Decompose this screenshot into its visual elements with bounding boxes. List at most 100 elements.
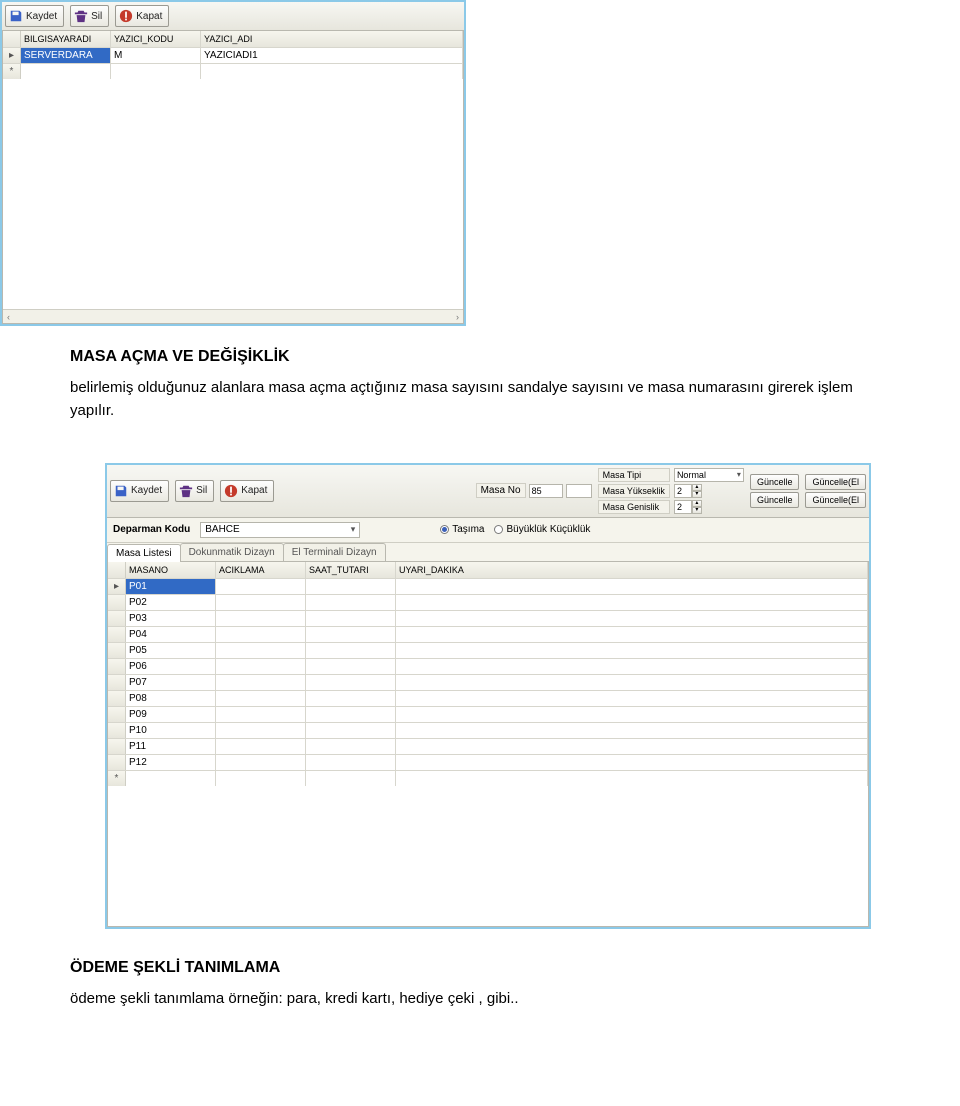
masa-no-input[interactable]: 85 [529,484,563,498]
grid-cell[interactable] [216,723,306,738]
masa-no-input-2[interactable] [566,484,592,498]
grid-row[interactable]: ▸P01 [108,578,868,594]
grid-cell[interactable] [216,707,306,722]
grid-cell[interactable] [396,707,868,722]
printer-grid[interactable]: BILGISAYARADI YAZICI_KODU YAZICI_ADI ▸ S… [2,31,464,324]
grid-cell[interactable] [216,611,306,626]
tab-el-terminali[interactable]: El Terminali Dizayn [283,543,386,561]
grid-cell[interactable] [306,723,396,738]
horizontal-scrollbar[interactable]: ‹› [3,309,463,323]
grid-cell[interactable] [216,579,306,594]
grid-cell[interactable] [111,64,201,79]
grid-cell[interactable] [396,675,868,690]
grid-cell[interactable] [216,691,306,706]
delete-button[interactable]: Sil [175,480,214,502]
grid-cell[interactable] [396,771,868,786]
guncelle-button-2[interactable]: Güncelle [750,492,800,508]
col-header[interactable]: BILGISAYARADI [21,31,111,47]
save-button[interactable]: Kaydet [5,5,64,27]
grid-cell[interactable] [216,595,306,610]
grid-cell[interactable] [306,611,396,626]
grid-cell[interactable] [306,595,396,610]
grid-cell[interactable] [126,771,216,786]
grid-row[interactable]: * [3,63,463,79]
grid-cell[interactable] [216,659,306,674]
grid-cell[interactable] [306,707,396,722]
grid-cell[interactable] [216,675,306,690]
grid-cell[interactable]: P12 [126,755,216,770]
radio-buyukluk[interactable]: Büyüklük Küçüklük [494,524,590,535]
grid-cell[interactable] [306,739,396,754]
grid-row[interactable]: P05 [108,642,868,658]
grid-cell[interactable] [306,755,396,770]
col-header[interactable]: YAZICI_ADI [201,31,463,47]
col-header[interactable]: YAZICI_KODU [111,31,201,47]
grid-cell[interactable]: SERVERDARA [21,48,111,63]
grid-row[interactable]: P06 [108,658,868,674]
guncelle-button[interactable]: Güncelle [750,474,800,490]
grid-cell[interactable] [396,627,868,642]
grid-row[interactable]: P12 [108,754,868,770]
grid-cell[interactable]: M [111,48,201,63]
grid-row[interactable]: P03 [108,610,868,626]
masa-grid[interactable]: MASANO ACIKLAMA SAAT_TUTARI UYARI_DAKIKA… [107,562,869,927]
grid-cell[interactable]: P06 [126,659,216,674]
grid-cell[interactable] [216,627,306,642]
grid-cell[interactable] [306,579,396,594]
grid-cell[interactable] [216,771,306,786]
col-header[interactable]: MASANO [126,562,216,578]
grid-cell[interactable]: YAZICIADI1 [201,48,463,63]
grid-cell[interactable] [396,739,868,754]
grid-row[interactable]: ▸ SERVERDARA M YAZICIADI1 [3,47,463,63]
grid-row[interactable]: P10 [108,722,868,738]
chevron-up-icon[interactable]: ▴ [692,500,702,507]
grid-cell[interactable] [396,611,868,626]
grid-cell[interactable] [396,579,868,594]
grid-cell[interactable]: P10 [126,723,216,738]
grid-row[interactable]: P04 [108,626,868,642]
grid-cell[interactable] [216,739,306,754]
grid-row[interactable]: P02 [108,594,868,610]
grid-row[interactable]: P11 [108,738,868,754]
grid-cell[interactable] [306,691,396,706]
grid-cell[interactable]: P09 [126,707,216,722]
masa-gen-spinner[interactable]: 2▴▾ [674,500,744,514]
grid-cell[interactable]: P05 [126,643,216,658]
grid-cell[interactable] [396,755,868,770]
grid-row[interactable]: * [108,770,868,786]
grid-cell[interactable] [306,627,396,642]
grid-cell[interactable] [216,755,306,770]
col-header[interactable]: ACIKLAMA [216,562,306,578]
grid-cell[interactable] [396,595,868,610]
grid-cell[interactable] [306,675,396,690]
tab-dokunmatik[interactable]: Dokunmatik Dizayn [180,543,284,561]
chevron-up-icon[interactable]: ▴ [692,484,702,491]
departman-select[interactable]: BAHCE [200,522,360,538]
close-button[interactable]: Kapat [220,480,274,502]
grid-cell[interactable]: P07 [126,675,216,690]
grid-cell[interactable] [216,643,306,658]
col-header[interactable]: SAAT_TUTARI [306,562,396,578]
grid-cell[interactable] [21,64,111,79]
tab-masa-listesi[interactable]: Masa Listesi [107,544,181,562]
masa-yuk-spinner[interactable]: 2▴▾ [674,484,744,498]
col-header[interactable]: UYARI_DAKIKA [396,562,868,578]
save-button[interactable]: Kaydet [110,480,169,502]
radio-tasima[interactable]: Taşıma [440,524,484,535]
grid-cell[interactable] [396,691,868,706]
grid-cell[interactable] [396,659,868,674]
delete-button[interactable]: Sil [70,5,109,27]
chevron-down-icon[interactable]: ▾ [692,491,702,498]
guncelle-el-button-2[interactable]: Güncelle(El [805,492,866,508]
grid-cell[interactable]: P02 [126,595,216,610]
grid-cell[interactable] [306,659,396,674]
grid-row[interactable]: P08 [108,690,868,706]
grid-row[interactable]: P07 [108,674,868,690]
grid-cell[interactable] [306,643,396,658]
grid-cell[interactable]: P01 [126,579,216,594]
grid-cell[interactable]: P08 [126,691,216,706]
grid-cell[interactable] [201,64,463,79]
masa-tipi-select[interactable]: Normal [674,468,744,482]
grid-cell[interactable]: P11 [126,739,216,754]
grid-cell[interactable]: P04 [126,627,216,642]
